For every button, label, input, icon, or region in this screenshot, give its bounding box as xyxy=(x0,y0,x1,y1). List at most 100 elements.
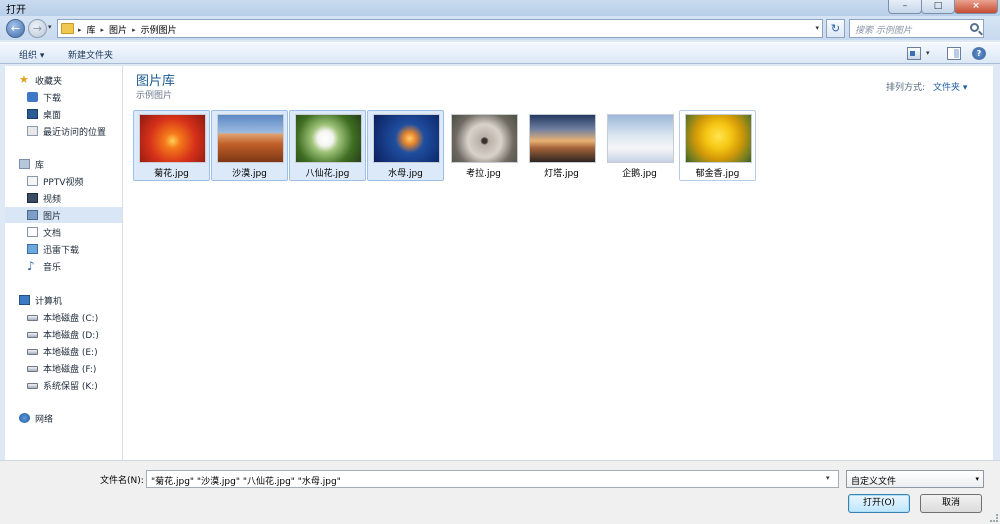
penguins-thumbnail xyxy=(607,114,674,163)
breadcrumb-separator[interactable]: ▸ xyxy=(132,26,136,34)
title-bar: 打开 – □ × xyxy=(0,0,1000,16)
nav-item-drive-e[interactable]: 本地磁盘 (E:) xyxy=(27,343,122,359)
file-name: 灯塔.jpg xyxy=(544,169,579,179)
breadcrumb-sample-pictures[interactable]: 示例图片 xyxy=(141,23,177,36)
search-icon[interactable] xyxy=(970,23,979,32)
file-type-value: 自定义文件 xyxy=(851,477,897,487)
arrange-by-dropdown[interactable]: 文件夹 ▾ xyxy=(933,80,967,93)
breadcrumb-separator[interactable]: ▸ xyxy=(101,26,105,34)
nav-item-music[interactable]: ♪ 音乐 xyxy=(27,258,122,274)
organize-button[interactable]: 组织 ▾ xyxy=(19,48,44,61)
folder-icon xyxy=(61,23,74,34)
nav-item-documents[interactable]: 文档 xyxy=(27,224,122,240)
file-item-koala[interactable]: 考拉.jpg xyxy=(445,110,522,181)
koala-thumbnail xyxy=(451,114,518,163)
nav-item-recent-places[interactable]: 最近访问的位置 xyxy=(27,123,122,139)
computer-icon xyxy=(19,295,30,305)
nav-computer[interactable]: 计算机 xyxy=(19,292,122,308)
search-placeholder: 搜索 示例图片 xyxy=(855,26,912,36)
network-icon xyxy=(19,413,30,423)
view-options-dropdown[interactable]: ▾ xyxy=(926,49,930,57)
filename-input[interactable]: "菊花.jpg" "沙漠.jpg" "八仙花.jpg" "水母.jpg" xyxy=(146,470,839,488)
nav-item-drive-k[interactable]: 系统保留 (K:) xyxy=(27,377,122,393)
filename-history-dropdown[interactable]: ▾ xyxy=(826,474,830,482)
file-name: 水母.jpg xyxy=(388,169,423,179)
file-item-penguins[interactable]: 企鹅.jpg xyxy=(601,110,678,181)
nav-label: 音乐 xyxy=(43,262,62,273)
file-item-lighthouse[interactable]: 灯塔.jpg xyxy=(523,110,600,181)
nav-item-drive-d[interactable]: 本地磁盘 (D:) xyxy=(27,326,122,342)
nav-item-pictures[interactable]: 图片 xyxy=(5,207,122,223)
maximize-button[interactable]: □ xyxy=(921,0,955,14)
jellyfish-thumbnail xyxy=(373,114,440,163)
forward-button[interactable]: → xyxy=(28,19,47,38)
nav-favorites[interactable]: ★ 收藏夹 xyxy=(19,72,122,88)
cancel-button[interactable]: 取消 xyxy=(920,494,982,513)
chrysanthemum-thumbnail xyxy=(139,114,206,163)
window-title: 打开 xyxy=(6,5,26,16)
back-button[interactable]: ← xyxy=(6,19,25,38)
new-folder-button[interactable]: 新建文件夹 xyxy=(68,48,113,61)
recent-pages-dropdown[interactable]: ▾ xyxy=(48,23,52,31)
dialog-footer: 文件名(N): "菊花.jpg" "沙漠.jpg" "八仙花.jpg" "水母.… xyxy=(0,460,1000,524)
file-type-select[interactable]: 自定义文件 ▾ xyxy=(846,470,984,488)
resize-grip-icon[interactable] xyxy=(990,514,998,522)
hard-drive-icon xyxy=(27,332,38,338)
open-button[interactable]: 打开(O) xyxy=(848,494,910,513)
address-bar[interactable]: ▸ 库 ▸ 图片 ▸ 示例图片 ▾ xyxy=(57,19,823,38)
nav-item-downloads[interactable]: 下载 xyxy=(27,89,122,105)
address-history-dropdown[interactable]: ▾ xyxy=(815,24,819,32)
document-library-icon xyxy=(27,227,38,237)
nav-label: 系统保留 (K:) xyxy=(43,381,98,392)
nav-item-thunder-downloads[interactable]: 迅雷下载 xyxy=(27,241,122,257)
breadcrumb-separator[interactable]: ▸ xyxy=(78,26,82,34)
nav-label: 文档 xyxy=(43,228,62,239)
thunder-download-icon xyxy=(27,244,38,254)
file-item-desert[interactable]: 沙漠.jpg xyxy=(211,110,288,181)
file-item-hydrangeas[interactable]: 八仙花.jpg xyxy=(289,110,366,181)
nav-label: 视频 xyxy=(43,194,62,205)
breadcrumb: ▸ 库 ▸ 图片 ▸ 示例图片 xyxy=(78,23,177,37)
nav-label: 库 xyxy=(35,160,45,171)
breadcrumb-library[interactable]: 库 xyxy=(87,23,96,36)
nav-label: 收藏夹 xyxy=(35,76,63,87)
preview-pane-icon[interactable] xyxy=(947,47,961,60)
nav-libraries[interactable]: 库 xyxy=(19,156,122,172)
breadcrumb-pictures[interactable]: 图片 xyxy=(109,23,127,36)
nav-item-videos[interactable]: 视频 xyxy=(27,190,122,206)
downloads-icon xyxy=(27,92,38,102)
file-item-jellyfish[interactable]: 水母.jpg xyxy=(367,110,444,181)
file-name: 企鹅.jpg xyxy=(622,169,657,179)
address-row: ← → ▾ ▸ 库 ▸ 图片 ▸ 示例图片 ▾ ↻ 搜索 示例图片 xyxy=(0,16,1000,40)
library-subtitle: 示例图片 xyxy=(136,91,173,101)
help-icon[interactable]: ? xyxy=(972,47,986,60)
change-view-icon[interactable] xyxy=(907,47,921,60)
nav-item-pptv-video[interactable]: PPTV视频 xyxy=(27,173,122,189)
desktop-icon xyxy=(27,109,38,119)
video-library-icon xyxy=(27,193,38,203)
nav-label: 本地磁盘 (F:) xyxy=(43,364,97,375)
refresh-button[interactable]: ↻ xyxy=(826,19,845,38)
nav-label: 本地磁盘 (E:) xyxy=(43,347,98,358)
music-note-icon: ♪ xyxy=(27,259,35,273)
recent-places-icon xyxy=(27,126,38,136)
nav-label: PPTV视频 xyxy=(43,177,84,188)
nav-item-drive-f[interactable]: 本地磁盘 (F:) xyxy=(27,360,122,376)
tulips-thumbnail xyxy=(685,114,752,163)
nav-label: 网络 xyxy=(35,414,54,425)
search-input[interactable]: 搜索 示例图片 xyxy=(849,19,984,38)
file-item-chrysanthemum[interactable]: 菊花.jpg xyxy=(133,110,210,181)
minimize-button[interactable]: – xyxy=(888,0,922,14)
nav-label: 计算机 xyxy=(35,296,63,307)
chevron-down-icon: ▾ xyxy=(975,475,979,483)
lighthouse-thumbnail xyxy=(529,114,596,163)
hydrangeas-thumbnail xyxy=(295,114,362,163)
nav-item-desktop[interactable]: 桌面 xyxy=(27,106,122,122)
close-button[interactable]: × xyxy=(954,0,998,14)
pptv-library-icon xyxy=(27,176,38,186)
nav-item-drive-c[interactable]: 本地磁盘 (C:) xyxy=(27,309,122,325)
nav-network[interactable]: 网络 xyxy=(19,410,122,426)
nav-label: 迅雷下载 xyxy=(43,245,80,256)
library-title: 图片库 xyxy=(136,74,176,89)
file-item-tulips[interactable]: 郁金香.jpg xyxy=(679,110,756,181)
